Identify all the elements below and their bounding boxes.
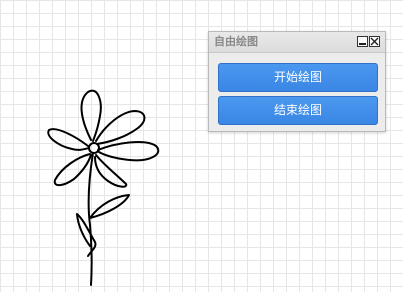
flower-petal-lower-left bbox=[53, 153, 92, 187]
flower-petal-top bbox=[80, 89, 102, 142]
end-drawing-button[interactable]: 结束绘图 bbox=[218, 96, 378, 125]
flower-leaf-left bbox=[76, 213, 97, 257]
drawing-panel: 自由绘图 开始绘图 结束绘图 bbox=[208, 31, 386, 132]
close-icon[interactable] bbox=[369, 36, 380, 47]
minimize-icon[interactable] bbox=[357, 36, 368, 47]
start-drawing-button[interactable]: 开始绘图 bbox=[218, 63, 378, 92]
panel-title-bar[interactable]: 自由绘图 bbox=[209, 32, 385, 53]
flower-leaf-right bbox=[89, 194, 130, 219]
flower-petal-upper-right bbox=[95, 110, 146, 145]
flower-stem bbox=[87, 152, 94, 286]
flower-petal-left bbox=[47, 128, 90, 151]
flower-center bbox=[88, 142, 100, 154]
panel-title: 自由绘图 bbox=[214, 35, 258, 48]
flower-petal-right bbox=[97, 141, 160, 162]
